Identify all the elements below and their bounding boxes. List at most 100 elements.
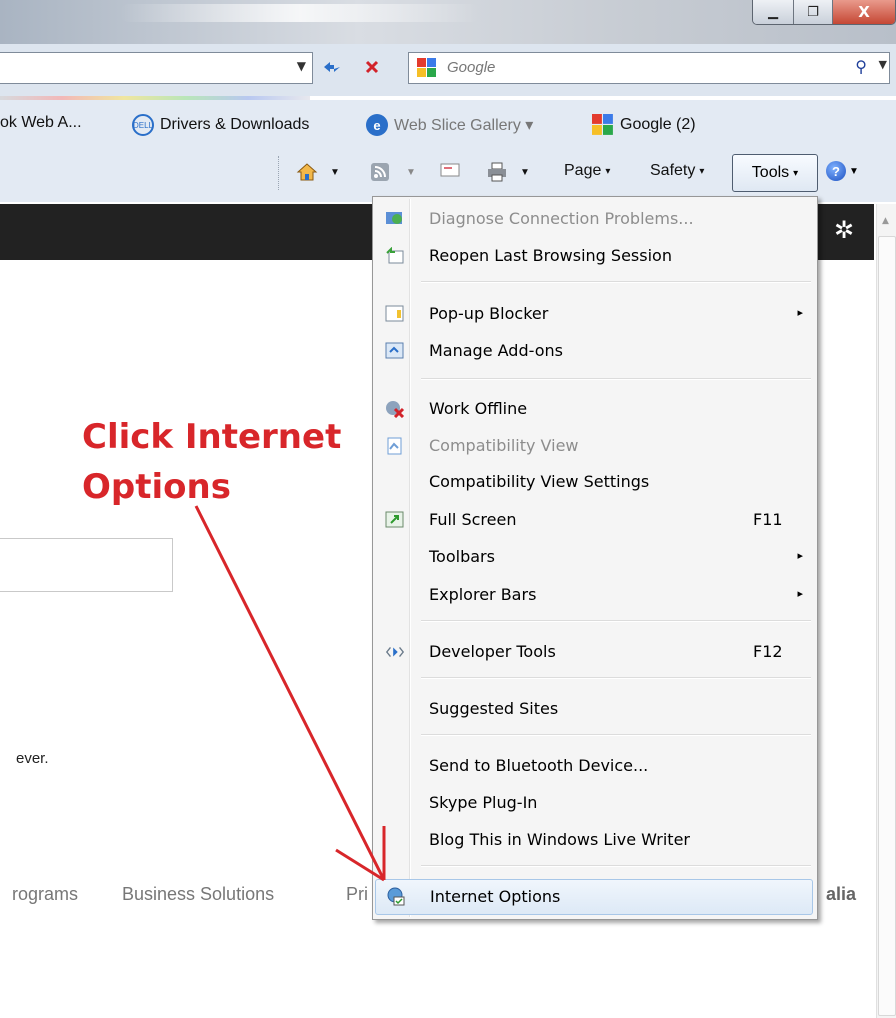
read-mail-button[interactable] [440,162,460,178]
scroll-up-icon[interactable]: ▲ [882,216,889,226]
menu-item-explorer-bars[interactable]: Explorer Bars ▸ [375,578,813,612]
command-bar: ▼ ▼ ▼ Page ▾ Safety ▾ Tools ▾ ? ▼ [0,144,896,202]
tools-menu-label: Tools [751,164,790,181]
menu-separator [421,865,811,867]
help-menu-button[interactable]: ? ▼ [826,161,859,181]
scrollbar-thumb[interactable] [878,236,896,1016]
favorite-label: Drivers & Downloads [160,116,310,133]
menu-item-suggested-sites[interactable]: Suggested Sites [375,692,813,726]
favorite-item-web-app[interactable]: ok Web A... [0,114,82,132]
menu-item-popup-blocker[interactable]: Pop-up Blocker ▸ [375,297,813,331]
stop-button[interactable] [358,54,386,80]
refresh-button[interactable] [318,54,346,80]
menu-item-toolbars[interactable]: Toolbars ▸ [375,540,813,574]
favorite-label: Google (2) [620,116,696,133]
search-icon[interactable]: ⚲ [855,57,867,76]
menu-item-compatibility-view-settings[interactable]: Compatibility View Settings [375,465,813,499]
manage-addons-icon [385,341,405,361]
annotation-text: Click Internet Options [82,412,382,512]
chevron-down-icon[interactable]: ▼ [520,167,530,178]
menu-item-label: Toolbars [429,547,495,566]
tools-menu-button[interactable]: Tools ▾ [732,154,818,192]
favorite-item-drivers[interactable]: DELL Drivers & Downloads [132,114,309,136]
menu-item-label: Blog This in Windows Live Writer [429,830,690,849]
menu-separator [421,281,811,283]
submenu-arrow-icon: ▸ [797,549,803,562]
menu-item-diagnose-connection[interactable]: Diagnose Connection Problems... [375,202,813,236]
menu-item-label: Full Screen [429,510,517,529]
feeds-button[interactable]: ▼ [370,162,416,182]
window-controls: ▁ ❐ X [752,0,896,25]
ie-icon: e [366,114,388,136]
menu-item-label: Reopen Last Browsing Session [429,246,672,265]
home-button[interactable]: ▼ [296,162,340,182]
page-menu-label: Page [564,162,602,179]
help-icon: ? [826,161,846,181]
mail-icon [440,163,460,177]
menu-item-reopen-last-session[interactable]: Reopen Last Browsing Session [375,239,813,273]
tools-dropdown-menu: Diagnose Connection Problems... Reopen L… [372,196,818,920]
menu-item-compatibility-view[interactable]: Compatibility View [375,429,813,463]
footer-link-privacy[interactable]: Pri [346,884,368,905]
footer-link-programs[interactable]: rograms [12,884,78,905]
menu-item-label: Work Offline [429,399,528,418]
favorite-item-web-slice-gallery[interactable]: e Web Slice Gallery ▾ [366,114,533,136]
annotation-line-2: Options [82,467,231,507]
popup-blocker-icon [385,304,405,324]
address-dropdown-icon[interactable]: ▼ [297,59,306,73]
gear-icon[interactable]: ✲ [834,216,854,244]
minimize-icon: ▁ [768,4,778,20]
menu-item-label: Send to Bluetooth Device... [429,756,649,775]
menu-item-blog-this[interactable]: Blog This in Windows Live Writer [375,823,813,857]
page-menu-button[interactable]: Page ▾ [564,162,610,180]
favorites-bar: ok Web A... DELL Drivers & Downloads e W… [0,100,896,144]
printer-icon [488,162,506,182]
menu-item-label: Internet Options [430,887,561,906]
safety-menu-button[interactable]: Safety ▾ [650,162,704,180]
submenu-arrow-icon: ▸ [797,587,803,600]
menu-item-send-to-bluetooth[interactable]: Send to Bluetooth Device... [375,749,813,783]
chevron-down-icon: ▼ [849,165,859,177]
maximize-button[interactable]: ❐ [794,0,833,24]
menu-item-internet-options[interactable]: Internet Options [375,879,813,915]
menu-item-full-screen[interactable]: Full Screen F11 [375,503,813,537]
menu-item-label: Developer Tools [429,642,556,661]
rss-feed-icon [371,163,389,181]
menu-separator [421,734,811,736]
print-button[interactable]: ▼ [486,162,530,182]
menu-item-label: Compatibility View [429,436,579,455]
chevron-down-icon: ▾ [699,165,705,177]
menu-item-label: Pop-up Blocker [429,304,549,323]
menu-item-skype-plugin[interactable]: Skype Plug-In [375,786,813,820]
compatibility-view-icon [385,436,405,456]
menu-item-label: Skype Plug-In [429,793,538,812]
footer-link-business-solutions[interactable]: Business Solutions [122,884,274,905]
chevron-down-icon[interactable]: ▼ [406,167,416,178]
search-box[interactable]: Google ⚲ ▼ [408,52,890,84]
submenu-arrow-icon: ▸ [797,306,803,319]
menu-item-label: Explorer Bars [429,585,537,604]
address-bar[interactable]: ▼ [0,52,313,84]
stop-icon [365,60,379,74]
chevron-down-icon[interactable]: ▼ [330,167,340,178]
title-bar-glare [120,4,480,22]
favorite-label: ok Web A... [0,114,82,131]
work-offline-icon [385,399,405,419]
home-icon [296,163,318,181]
chevron-down-icon: ▾ [793,167,799,179]
favorite-item-google[interactable]: Google (2) [592,114,696,136]
search-dropdown-icon[interactable]: ▼ [879,58,887,71]
menu-item-shortcut: F12 [753,642,783,661]
page-text-input[interactable] [0,538,173,592]
menu-item-manage-addons[interactable]: Manage Add-ons [375,334,813,368]
google-icon [417,58,436,77]
safety-menu-label: Safety [650,162,696,179]
google-icon [592,114,613,135]
menu-item-work-offline[interactable]: Work Offline [375,392,813,426]
menu-item-developer-tools[interactable]: Developer Tools F12 [375,635,813,669]
refresh-icon [324,62,340,72]
menu-item-label: Manage Add-ons [429,341,563,360]
minimize-button[interactable]: ▁ [753,0,794,24]
close-button[interactable]: X [833,0,895,24]
footer-link-region[interactable]: alia [826,884,856,905]
